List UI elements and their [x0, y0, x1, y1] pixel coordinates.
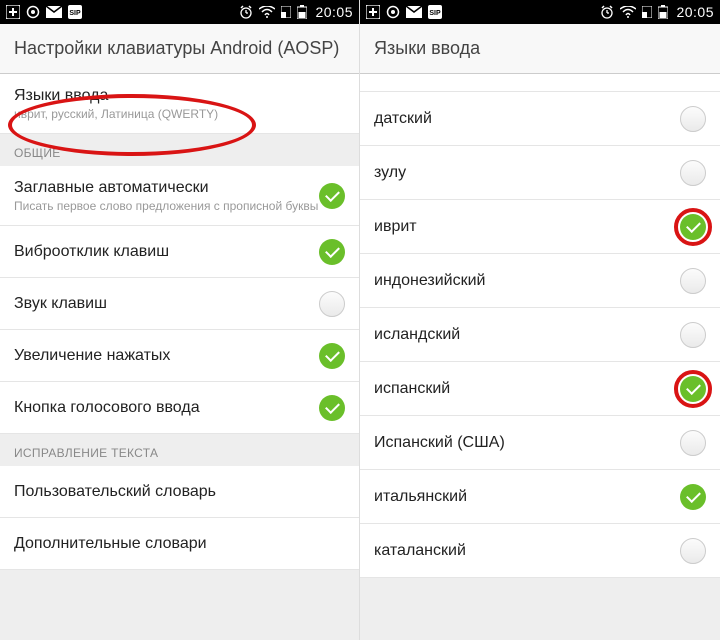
row-title: испанский: [374, 380, 680, 398]
header-title: Языки ввода: [374, 38, 480, 59]
alarm-icon: [239, 5, 253, 19]
row-title: Звук клавиш: [14, 295, 319, 313]
toggle-sound[interactable]: [319, 291, 345, 317]
signal-icon: [281, 6, 291, 18]
row-title: Языки ввода: [14, 87, 345, 105]
list-item-spanish-us[interactable]: Испанский (США): [360, 416, 720, 470]
row-zoom[interactable]: Увеличение нажатых: [0, 330, 359, 382]
row-title: иврит: [374, 218, 680, 236]
sip-icon: SIP: [428, 5, 442, 19]
row-auto-caps[interactable]: Заглавные автоматически Писать первое сл…: [0, 166, 359, 226]
row-subtitle: иврит, русский, Латиница (QWERTY): [14, 107, 345, 121]
toggle-italian[interactable]: [680, 484, 706, 510]
header-right: Языки ввода: [360, 24, 720, 74]
toggle-danish[interactable]: [680, 106, 706, 132]
toggle-spanish[interactable]: [680, 376, 706, 402]
row-title: Испанский (США): [374, 434, 680, 452]
clock-text: 20:05: [315, 4, 353, 20]
toggle-vibro[interactable]: [319, 239, 345, 265]
list-item-icelandic[interactable]: исландский: [360, 308, 720, 362]
row-title: датский: [374, 110, 680, 128]
screen-left: SIP 20:05 Настройки клавиатуры Android (…: [0, 0, 360, 640]
list-item-catalan[interactable]: каталанский: [360, 524, 720, 578]
list-item[interactable]: [360, 74, 720, 92]
row-subtitle: Писать первое слово предложения с пропис…: [14, 199, 319, 213]
toggle-zulu[interactable]: [680, 160, 706, 186]
mail-icon: [406, 6, 422, 18]
row-title: Заглавные автоматически: [14, 179, 319, 197]
row-sound[interactable]: Звук клавиш: [0, 278, 359, 330]
row-voice-key[interactable]: Кнопка голосового ввода: [0, 382, 359, 434]
toggle-icelandic[interactable]: [680, 322, 706, 348]
list-item-indonesian[interactable]: индонезийский: [360, 254, 720, 308]
language-list: датский зулу иврит индонезийский исландс…: [360, 74, 720, 578]
screen-right: SIP 20:05 Языки ввода датский зулу иврит: [360, 0, 720, 640]
plus-box-icon: [366, 5, 380, 19]
list-item-zulu[interactable]: зулу: [360, 146, 720, 200]
toggle-catalan[interactable]: [680, 538, 706, 564]
row-title: зулу: [374, 164, 680, 182]
battery-icon: [297, 5, 307, 19]
row-title: Дополнительные словари: [14, 535, 345, 553]
list-item-danish[interactable]: датский: [360, 92, 720, 146]
section-common: ОБЩИЕ: [0, 134, 359, 166]
settings-list: Языки ввода иврит, русский, Латиница (QW…: [0, 74, 359, 570]
toggle-auto-caps[interactable]: [319, 183, 345, 209]
clock-text: 20:05: [676, 4, 714, 20]
row-vibro[interactable]: Виброотклик клавиш: [0, 226, 359, 278]
row-title: Пользовательский словарь: [14, 483, 345, 501]
row-input-languages[interactable]: Языки ввода иврит, русский, Латиница (QW…: [0, 74, 359, 134]
row-title: каталанский: [374, 542, 680, 560]
row-title: Кнопка голосового ввода: [14, 399, 319, 417]
row-title: индонезийский: [374, 272, 680, 290]
toggle-indonesian[interactable]: [680, 268, 706, 294]
row-title: исландский: [374, 326, 680, 344]
wifi-icon: [620, 6, 636, 18]
toggle-voice-key[interactable]: [319, 395, 345, 421]
toggle-hebrew[interactable]: [680, 214, 706, 240]
toggle-zoom[interactable]: [319, 343, 345, 369]
mail-icon: [46, 6, 62, 18]
signal-icon: [642, 6, 652, 18]
svg-text:SIP: SIP: [69, 10, 81, 17]
row-extra-dict[interactable]: Дополнительные словари: [0, 518, 359, 570]
header-title: Настройки клавиатуры Android (AOSP): [14, 38, 339, 59]
row-title: Виброотклик клавиш: [14, 243, 319, 261]
header-left: Настройки клавиатуры Android (AOSP): [0, 24, 359, 74]
plus-box-icon: [6, 5, 20, 19]
section-fix: ИСПРАВЛЕНИЕ ТЕКСТА: [0, 434, 359, 466]
wifi-icon: [259, 6, 275, 18]
status-bar: SIP 20:05: [360, 0, 720, 24]
sip-icon: SIP: [68, 5, 82, 19]
status-bar: SIP 20:05: [0, 0, 359, 24]
list-item-italian[interactable]: итальянский: [360, 470, 720, 524]
battery-icon: [658, 5, 668, 19]
row-user-dict[interactable]: Пользовательский словарь: [0, 466, 359, 518]
row-title: Увеличение нажатых: [14, 347, 319, 365]
row-title: итальянский: [374, 488, 680, 506]
circle-icon: [26, 5, 40, 19]
list-item-hebrew[interactable]: иврит: [360, 200, 720, 254]
svg-text:SIP: SIP: [429, 10, 441, 17]
list-item-spanish[interactable]: испанский: [360, 362, 720, 416]
alarm-icon: [600, 5, 614, 19]
toggle-spanish-us[interactable]: [680, 430, 706, 456]
circle-icon: [386, 5, 400, 19]
